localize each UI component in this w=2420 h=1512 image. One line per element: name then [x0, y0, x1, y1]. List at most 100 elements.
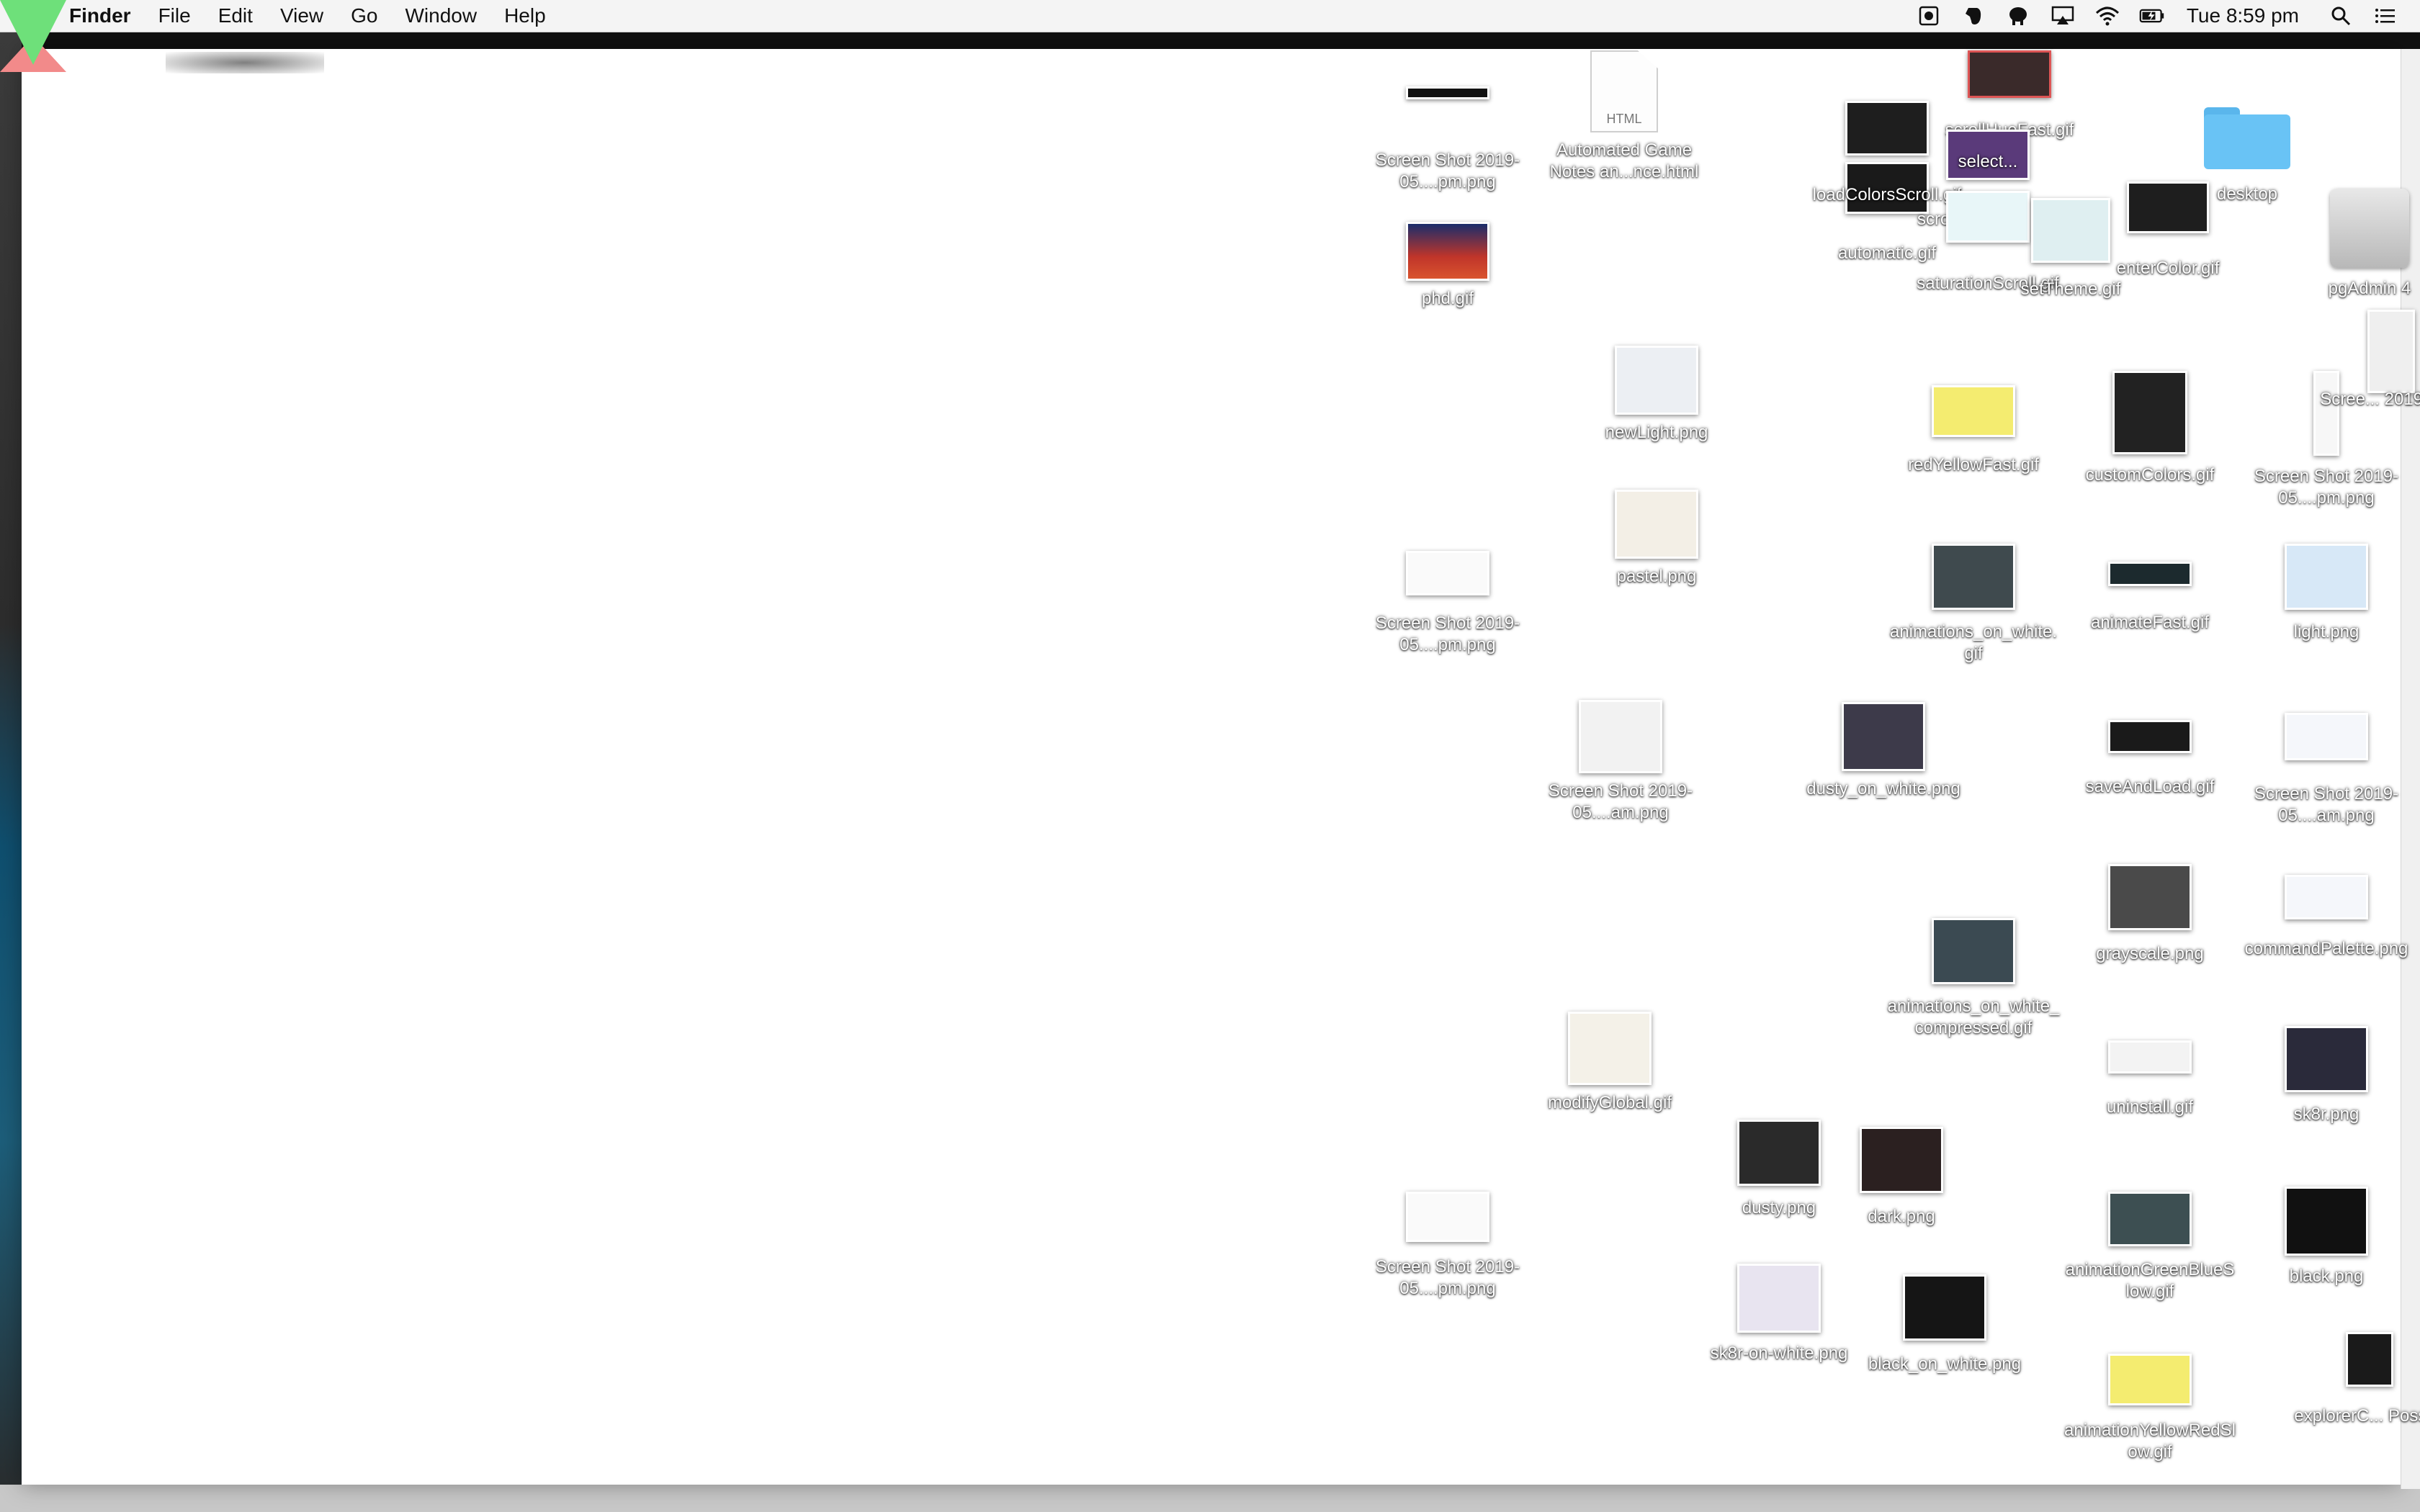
postgres-elephant-icon[interactable]	[2005, 5, 2031, 27]
menu-edit[interactable]: Edit	[218, 0, 253, 32]
desktop-icon[interactable]: animationGreenBlueSlow.gif	[2063, 1192, 2236, 1302]
file-label: animationGreenBlueSlow.gif	[2065, 1260, 2235, 1301]
folder-icon	[2204, 104, 2290, 169]
desktop-icon[interactable]: sk8r-on-white.png	[1693, 1264, 1865, 1364]
title-shadow	[166, 52, 324, 73]
file-thumbnail	[2108, 1354, 2192, 1405]
file-label: Screen Shot 2019-05....pm.png	[1375, 150, 1520, 192]
file-thumbnail	[2367, 310, 2415, 393]
file-thumbnail	[2285, 544, 2368, 610]
menu-go[interactable]: Go	[351, 0, 377, 32]
file-label: Screen Shot 2019-05....am.png	[2254, 784, 2399, 825]
file-thumbnail	[1932, 544, 2015, 610]
file-label: dark.png	[1868, 1207, 1935, 1226]
file-label: animateFast.gif	[2090, 613, 2210, 632]
desktop-icon[interactable]: newLight.png	[1570, 346, 1743, 444]
file-thumbnail	[2108, 1040, 2192, 1074]
desktop-icon[interactable]: black_on_white.png	[1858, 1274, 2031, 1375]
desktop-icon[interactable]: customColors.gif	[2063, 371, 2236, 486]
file-thumbnail	[2285, 713, 2368, 760]
file-label: saveAndLoad.gif	[2085, 777, 2215, 796]
control-center-list-icon[interactable]	[2372, 5, 2398, 27]
file-label: sk8r-on-white.png	[1710, 1344, 1848, 1363]
file-label: light.png	[2293, 622, 2360, 642]
file-thumbnail	[2108, 562, 2192, 586]
background-window-titlebar	[0, 32, 2420, 49]
file-thumbnail	[1406, 551, 1489, 595]
desktop-icon[interactable]: scrollHueFast.gif	[1923, 50, 2096, 141]
file-thumbnail	[1406, 222, 1489, 281]
desktop-icon[interactable]: light.png	[2240, 544, 2413, 643]
search-icon[interactable]	[2328, 5, 2354, 27]
file-label: black.png	[2289, 1266, 2364, 1286]
file-thumbnail	[2108, 720, 2192, 753]
file-thumbnail	[1579, 700, 1662, 773]
desktop-icon[interactable]: saveAndLoad.gif	[2063, 720, 2236, 798]
desktop-icon[interactable]: select...	[1901, 130, 2074, 180]
desktop-icon[interactable]: Screen Shot 2019-05....am.png	[1534, 700, 1707, 824]
file-label: animations_on_white.gif	[1889, 622, 2058, 663]
desktop-icon[interactable]: Scree... 2019-05...	[2305, 310, 2420, 410]
desktop-icon[interactable]: animations_on_white_compressed.gif	[1887, 918, 2060, 1039]
desktop-icon[interactable]: animations_on_white.gif	[1887, 544, 2060, 665]
desktop-icon[interactable]: explorerC... Possi...	[2283, 1332, 2420, 1427]
file-label: Automated Game Notes an...nce.html	[1549, 140, 1699, 181]
menu-window[interactable]: Window	[405, 0, 477, 32]
desktop-icon[interactable]: uninstall.gif	[2063, 1040, 2236, 1118]
desktop-icon[interactable]: Screen Shot 2019-05....pm.png	[1361, 79, 1534, 193]
menu-view[interactable]: View	[280, 0, 323, 32]
file-label: customColors.gif	[2085, 465, 2215, 485]
desktop-icon[interactable]: pgAdmin 4	[2283, 189, 2420, 300]
file-thumbnail	[1903, 1274, 1986, 1341]
background-window-edge	[0, 32, 22, 1512]
desktop-icon[interactable]: Screen Shot 2019-05....pm.png	[1361, 551, 1534, 656]
airplay-icon[interactable]	[2050, 5, 2076, 27]
desktop-icon[interactable]: black.png	[2240, 1187, 2413, 1287]
file-thumbnail	[1568, 1012, 1652, 1085]
desktop-icon[interactable]: dark.png	[1815, 1127, 1988, 1228]
battery-icon[interactable]	[2139, 5, 2165, 27]
file-thumbnail	[1406, 86, 1489, 99]
screen-record-icon[interactable]	[1916, 5, 1942, 27]
desktop-icon[interactable]: animationYellowRedSlow.gif	[2063, 1354, 2236, 1463]
menu-bar-status-area: Tue 8:59 pm	[1897, 0, 2398, 32]
desktop-icon[interactable]: dusty_on_white.png	[1797, 702, 1970, 800]
file-thumbnail	[1842, 702, 1925, 771]
file-thumbnail	[1932, 918, 2015, 984]
file-thumbnail	[1737, 1264, 1821, 1333]
file-thumbnail	[1860, 1127, 1943, 1193]
file-label: phd.gif	[1421, 289, 1474, 308]
file-thumbnail	[1968, 50, 2051, 98]
desktop-icon[interactable]: setTheme.gif	[1984, 198, 2157, 300]
file-thumbnail	[1406, 1192, 1489, 1242]
desktop-icon[interactable]: redYellowFast.gif	[1887, 385, 2060, 476]
menu-app-name[interactable]: Finder	[69, 0, 131, 32]
desktop-icon[interactable]: HTML Automated Game Notes an...nce.html	[1538, 50, 1711, 183]
file-label: modifyGlobal.gif	[1547, 1093, 1672, 1112]
file-label: Screen Shot 2019-05....am.png	[1548, 781, 1693, 822]
menu-help[interactable]: Help	[504, 0, 546, 32]
cursor-hint-green	[0, 0, 66, 65]
file-label: select...	[1958, 152, 2018, 171]
desktop-icon[interactable]: Screen Shot 2019-05....pm.png	[1361, 1192, 1534, 1300]
menu-file[interactable]: File	[158, 0, 191, 32]
desktop-icon[interactable]: animateFast.gif	[2063, 562, 2236, 634]
evernote-icon[interactable]	[1960, 5, 1986, 27]
file-label: Screen Shot 2019-05....pm.png	[2254, 467, 2399, 508]
file-type-label: HTML	[1606, 112, 1642, 126]
desktop-icon[interactable]: sk8r.png	[2240, 1026, 2413, 1125]
desktop-icon[interactable]: pastel.png	[1570, 490, 1743, 588]
desktop-icon[interactable]: phd.gif	[1361, 222, 1534, 310]
desktop-icon[interactable]: grayscale.png	[2063, 864, 2236, 965]
file-label: grayscale.png	[2096, 944, 2204, 963]
file-label: Screen Shot 2019-05....pm.png	[1375, 1257, 1520, 1298]
file-label: dusty_on_white.png	[1806, 779, 1960, 798]
desktop-icon[interactable]: modifyGlobal.gif	[1523, 1012, 1696, 1114]
menu-bar-clock[interactable]: Tue 8:59 pm	[2187, 4, 2299, 27]
wifi-icon[interactable]	[2094, 5, 2120, 27]
background-window-bottom	[0, 1485, 2420, 1512]
file-label: animationYellowRedSlow.gif	[2064, 1421, 2236, 1462]
desktop-icon[interactable]: Screen Shot 2019-05....am.png	[2240, 713, 2413, 827]
desktop-icon[interactable]: commandPalette.png	[2240, 875, 2413, 960]
file-thumbnail	[1615, 346, 1698, 415]
